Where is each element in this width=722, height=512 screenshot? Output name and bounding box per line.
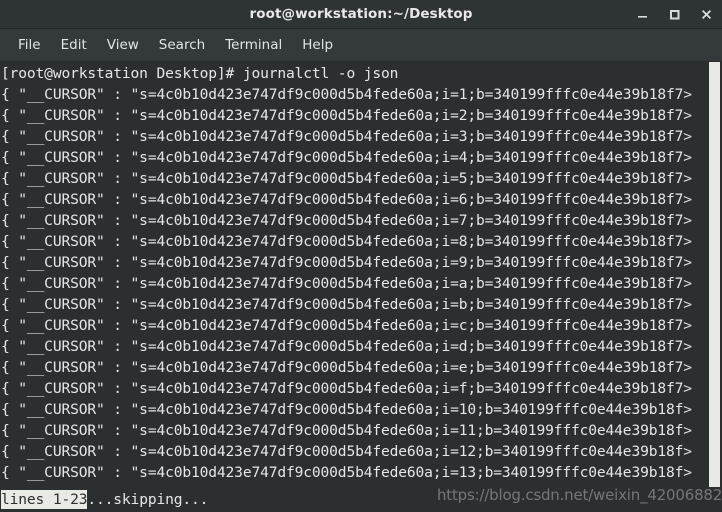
- line-continuation-marker: >: [683, 254, 692, 271]
- terminal-output-line: { "__CURSOR" : "s=4c0b10d423e747df9c000d…: [1, 483, 722, 487]
- terminal-line-text: { "__CURSOR" : "s=4c0b10d423e747df9c000d…: [1, 149, 684, 166]
- line-continuation-marker: >: [683, 212, 692, 229]
- terminal-line-text: { "__CURSOR" : "s=4c0b10d423e747df9c000d…: [1, 485, 683, 487]
- terminal-output-line: { "__CURSOR" : "s=4c0b10d423e747df9c000d…: [1, 168, 722, 189]
- terminal-line-text: { "__CURSOR" : "s=4c0b10d423e747df9c000d…: [1, 422, 684, 439]
- terminal-output-line: { "__CURSOR" : "s=4c0b10d423e747df9c000d…: [1, 399, 722, 420]
- terminal-output-line: { "__CURSOR" : "s=4c0b10d423e747df9c000d…: [1, 84, 722, 105]
- maximize-button[interactable]: [658, 0, 690, 28]
- line-continuation-marker: >: [683, 170, 692, 187]
- terminal-line-text: { "__CURSOR" : "s=4c0b10d423e747df9c000d…: [1, 254, 684, 271]
- menu-bar: File Edit View Search Terminal Help: [0, 29, 722, 62]
- terminal-line-text: { "__CURSOR" : "s=4c0b10d423e747df9c000d…: [1, 170, 684, 187]
- menu-item-edit[interactable]: Edit: [51, 34, 97, 56]
- terminal-output-line: { "__CURSOR" : "s=4c0b10d423e747df9c000d…: [1, 126, 722, 147]
- terminal-line-text: { "__CURSOR" : "s=4c0b10d423e747df9c000d…: [1, 317, 684, 334]
- menu-item-terminal[interactable]: Terminal: [215, 34, 292, 56]
- terminal-output-line: { "__CURSOR" : "s=4c0b10d423e747df9c000d…: [1, 294, 722, 315]
- line-continuation-marker: >: [683, 191, 692, 208]
- close-button[interactable]: [690, 0, 722, 28]
- terminal-output-line: { "__CURSOR" : "s=4c0b10d423e747df9c000d…: [1, 273, 722, 294]
- menu-item-view[interactable]: View: [97, 34, 149, 56]
- line-continuation-marker: >: [683, 380, 692, 397]
- terminal-line-text: { "__CURSOR" : "s=4c0b10d423e747df9c000d…: [1, 275, 684, 292]
- minimize-button[interactable]: [626, 0, 658, 28]
- terminal-line-text: { "__CURSOR" : "s=4c0b10d423e747df9c000d…: [1, 128, 684, 145]
- line-continuation-marker: >: [683, 443, 692, 460]
- terminal-line-text: { "__CURSOR" : "s=4c0b10d423e747df9c000d…: [1, 191, 684, 208]
- terminal-output-line: { "__CURSOR" : "s=4c0b10d423e747df9c000d…: [1, 147, 722, 168]
- terminal-window: root@workstation:~/Desktop File Edit Vie…: [0, 0, 722, 512]
- line-continuation-marker: >: [683, 296, 692, 313]
- terminal-line-text: { "__CURSOR" : "s=4c0b10d423e747df9c000d…: [1, 107, 684, 124]
- terminal-line-text: { "__CURSOR" : "s=4c0b10d423e747df9c000d…: [1, 233, 684, 250]
- line-continuation-marker: >: [683, 233, 692, 250]
- minimize-icon: [637, 15, 647, 18]
- menu-item-search[interactable]: Search: [149, 34, 215, 56]
- terminal-line-text: { "__CURSOR" : "s=4c0b10d423e747df9c000d…: [1, 359, 684, 376]
- line-continuation-marker: >: [683, 317, 692, 334]
- menu-item-file[interactable]: File: [8, 34, 51, 56]
- terminal-output-line: { "__CURSOR" : "s=4c0b10d423e747df9c000d…: [1, 210, 722, 231]
- terminal-line-text: { "__CURSOR" : "s=4c0b10d423e747df9c000d…: [1, 443, 684, 460]
- line-continuation-marker: >: [683, 107, 692, 124]
- line-continuation-marker: >: [683, 422, 692, 439]
- terminal-output-line: { "__CURSOR" : "s=4c0b10d423e747df9c000d…: [1, 105, 722, 126]
- terminal-output-area[interactable]: [root@workstation Desktop]# journalctl -…: [0, 62, 722, 487]
- terminal-output-line: { "__CURSOR" : "s=4c0b10d423e747df9c000d…: [1, 315, 722, 336]
- line-continuation-marker: >: [683, 485, 692, 487]
- line-continuation-marker: >: [683, 359, 692, 376]
- terminal-output-line: { "__CURSOR" : "s=4c0b10d423e747df9c000d…: [1, 189, 722, 210]
- terminal-line-text: { "__CURSOR" : "s=4c0b10d423e747df9c000d…: [1, 296, 684, 313]
- menu-item-help[interactable]: Help: [292, 34, 343, 56]
- terminal-line-text: { "__CURSOR" : "s=4c0b10d423e747df9c000d…: [1, 86, 684, 103]
- terminal-output-line: { "__CURSOR" : "s=4c0b10d423e747df9c000d…: [1, 378, 722, 399]
- terminal-output-line: { "__CURSOR" : "s=4c0b10d423e747df9c000d…: [1, 252, 722, 273]
- line-continuation-marker: >: [683, 401, 692, 418]
- terminal-prompt-line: [root@workstation Desktop]# journalctl -…: [1, 65, 399, 82]
- terminal-output-line: { "__CURSOR" : "s=4c0b10d423e747df9c000d…: [1, 357, 722, 378]
- maximize-icon: [669, 9, 679, 19]
- title-bar: root@workstation:~/Desktop: [0, 0, 722, 29]
- terminal-output-line: { "__CURSOR" : "s=4c0b10d423e747df9c000d…: [1, 231, 722, 252]
- terminal-line-text: { "__CURSOR" : "s=4c0b10d423e747df9c000d…: [1, 380, 684, 397]
- terminal-output-line: { "__CURSOR" : "s=4c0b10d423e747df9c000d…: [1, 336, 722, 357]
- terminal-lines: [root@workstation Desktop]# journalctl -…: [0, 62, 722, 487]
- terminal-line-text: { "__CURSOR" : "s=4c0b10d423e747df9c000d…: [1, 401, 684, 418]
- terminal-line-text: { "__CURSOR" : "s=4c0b10d423e747df9c000d…: [1, 464, 684, 481]
- pager-status-bar: lines 1-23 ...skipping...: [0, 487, 722, 512]
- pager-line-range: lines 1-23: [1, 490, 88, 509]
- scrollbar[interactable]: [709, 62, 720, 487]
- terminal-line-text: { "__CURSOR" : "s=4c0b10d423e747df9c000d…: [1, 338, 684, 355]
- terminal-output-line: { "__CURSOR" : "s=4c0b10d423e747df9c000d…: [1, 441, 722, 462]
- terminal-line-text: { "__CURSOR" : "s=4c0b10d423e747df9c000d…: [1, 212, 684, 229]
- terminal-output-line: { "__CURSOR" : "s=4c0b10d423e747df9c000d…: [1, 462, 722, 483]
- pager-skipping-text: ...skipping...: [87, 491, 209, 508]
- close-icon: [701, 9, 711, 19]
- line-continuation-marker: >: [683, 86, 692, 103]
- terminal-output-line: { "__CURSOR" : "s=4c0b10d423e747df9c000d…: [1, 420, 722, 441]
- line-continuation-marker: >: [683, 275, 692, 292]
- line-continuation-marker: >: [683, 464, 692, 481]
- window-title: root@workstation:~/Desktop: [249, 6, 473, 22]
- line-continuation-marker: >: [683, 149, 692, 166]
- line-continuation-marker: >: [683, 128, 692, 145]
- line-continuation-marker: >: [683, 338, 692, 355]
